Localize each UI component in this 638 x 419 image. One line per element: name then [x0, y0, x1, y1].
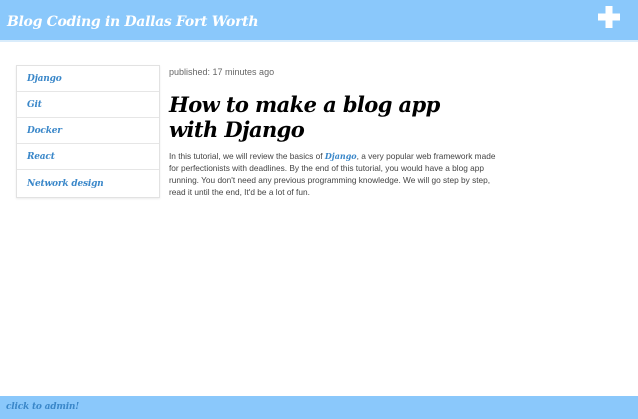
header-bar: Blog Coding in Dallas Fort Worth: [0, 0, 638, 42]
post-excerpt: In this tutorial, we will review the bas…: [169, 150, 499, 198]
sidebar-item-label: Django: [27, 73, 62, 84]
sidebar-item-network-design[interactable]: Network design: [17, 170, 159, 197]
sidebar-item-label: Docker: [27, 125, 62, 136]
django-link[interactable]: Django: [325, 151, 357, 161]
admin-link[interactable]: click to admin!: [6, 402, 79, 412]
sidebar-item-docker[interactable]: Docker: [17, 118, 159, 144]
footer-bar: click to admin!: [0, 396, 638, 419]
sidebar-item-git[interactable]: Git: [17, 92, 159, 118]
sidebar-item-label: React: [27, 151, 55, 162]
sidebar-item-label: Network design: [27, 178, 104, 189]
published-timestamp: published: 17 minutes ago: [169, 67, 275, 77]
post-text-before-link: In this tutorial, we will review the bas…: [169, 151, 325, 161]
add-post-button[interactable]: [596, 4, 622, 30]
sidebar-item-label: Git: [27, 99, 42, 110]
plus-icon: [598, 6, 620, 28]
sidebar-item-react[interactable]: React: [17, 144, 159, 170]
sidebar-item-django[interactable]: Django: [17, 66, 159, 92]
category-sidebar: Django Git Docker React Network design: [16, 65, 160, 198]
site-title-link[interactable]: Blog Coding in Dallas Fort Worth: [7, 14, 259, 30]
post-title-link[interactable]: How to make a blog app with Django: [169, 92, 489, 142]
